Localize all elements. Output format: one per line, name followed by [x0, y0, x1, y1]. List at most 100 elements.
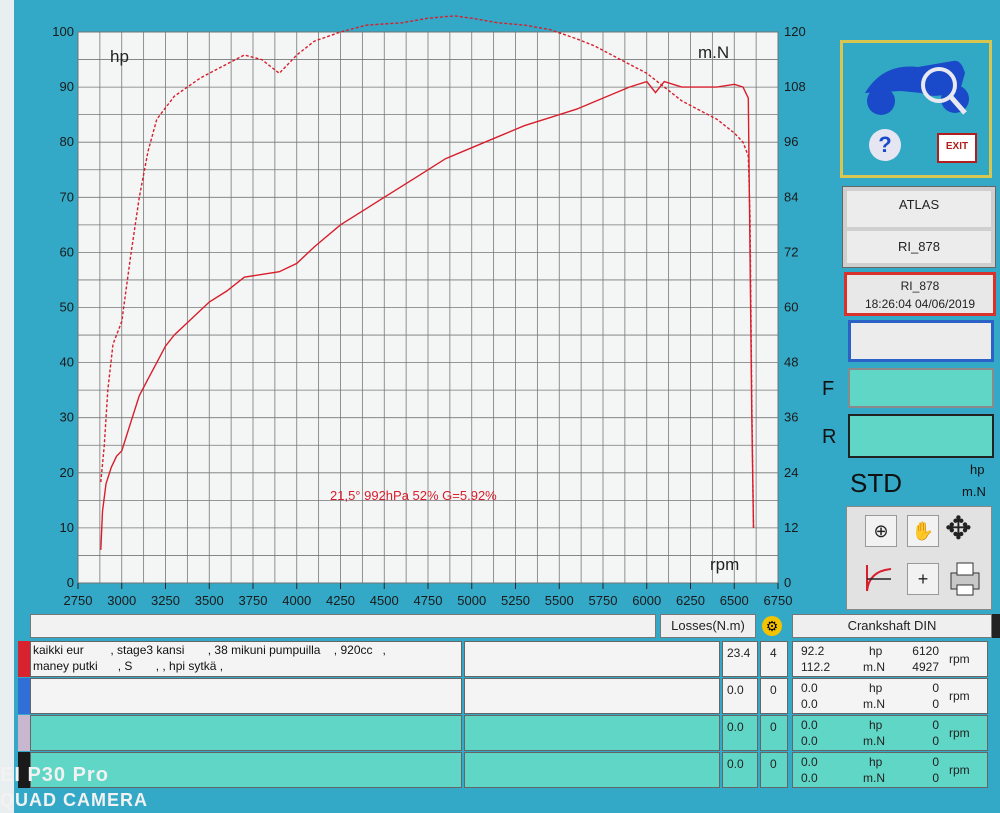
row-nm-rpm: 0 [932, 697, 939, 711]
x-tick-label: 6250 [676, 593, 705, 608]
y-left-tick-label: 20 [60, 465, 74, 480]
losses-button[interactable]: Losses(N.m) [660, 614, 756, 638]
x-tick-label: 4500 [370, 593, 399, 608]
row-result-cell: 0.0 0.0 hp m.N 0 0 rpm [792, 752, 988, 788]
y-left-tick-label: 100 [52, 24, 74, 39]
table-row[interactable]: kaikki eur , stage3 kansi , 38 mikuni pu… [18, 641, 988, 677]
x-tick-label: 6000 [632, 593, 661, 608]
x-tick-label: 5500 [545, 593, 574, 608]
chevron-down-icon[interactable] [992, 614, 1000, 638]
app-logo-panel: ? EXIT [840, 40, 992, 178]
y-right-tick-label: 48 [784, 355, 798, 370]
row-blank-cell [464, 752, 720, 788]
x-tick-label: 3500 [195, 593, 224, 608]
help-button[interactable]: ? [869, 129, 901, 161]
row-rpm-unit: rpm [949, 652, 970, 666]
rear-label: R [822, 426, 837, 448]
x-tick-label: 6500 [720, 593, 749, 608]
row-max-hp: 92.2 [801, 644, 825, 658]
toolbar: ⊕ ✋ ✥ + [846, 506, 992, 610]
row-rpm-unit: rpm [949, 689, 970, 703]
y-right-tick-label: 12 [784, 520, 798, 535]
row-note-line2: maney putki , S , , hpi sytkä , [33, 659, 224, 673]
x-tick-label: 3000 [107, 593, 136, 608]
table-row[interactable]: 0.0 0 0.0 0.0 hp m.N 0 0 rpm [18, 678, 988, 714]
y-right-tick-label: 36 [784, 410, 798, 425]
row-max-hp: 0.0 [801, 755, 818, 769]
row-max-nm: 0.0 [801, 697, 818, 711]
table-row[interactable]: 0.0 0 0.0 0.0 hp m.N 0 0 rpm [18, 715, 988, 751]
move-arrows-icon[interactable]: ✥ [945, 509, 972, 547]
row-nm-rpm: 0 [932, 771, 939, 785]
row-hp-rpm: 6120 [912, 644, 939, 658]
run-slot-blue[interactable] [848, 320, 994, 362]
row-loss-cell: 0.0 [722, 715, 758, 751]
y-left-tick-label: 30 [60, 410, 74, 425]
row-nm-rpm: 0 [932, 734, 939, 748]
row-hp-rpm: 0 [932, 755, 939, 769]
row-color-marker [18, 678, 30, 714]
run-name: RI_878 [900, 279, 940, 293]
exit-button[interactable]: EXIT [937, 133, 977, 163]
row-loss: 23.4 [727, 646, 751, 660]
row-hp-rpm: 0 [932, 718, 939, 732]
comment-input[interactable] [30, 614, 656, 638]
watermark-line2: QUAD CAMERA [0, 790, 148, 810]
std-unit-mn: m.N [962, 484, 986, 499]
printer-icon[interactable] [947, 559, 983, 597]
row-note-line1: kaikki eur , stage3 kansi , 38 mikuni pu… [33, 643, 386, 657]
row-color-marker [18, 641, 30, 677]
row-result-cell: 0.0 0.0 hp m.N 0 0 rpm [792, 715, 988, 751]
add-cursor-button[interactable]: + [907, 563, 939, 595]
rear-slot[interactable] [848, 414, 994, 458]
x-tick-label: 5000 [457, 593, 486, 608]
y-right-tick-label: 60 [784, 300, 798, 315]
run-info-box[interactable]: RI_878 18:26:04 04/06/2019 [844, 272, 996, 316]
dyno-chart: 2750 3000 3250 3500 3750 4000 4250 4500 4750 5000… [52, 15, 806, 608]
zoom-in-icon[interactable]: ⊕ [865, 515, 897, 547]
y-left-tick-label: 40 [60, 355, 74, 370]
crankshaft-select[interactable]: Crankshaft DIN [792, 614, 992, 638]
row-rpm-unit: rpm [949, 763, 970, 777]
row-nm-unit: m.N [863, 771, 885, 785]
run-timestamp: 18:26:04 04/06/2019 [864, 297, 976, 311]
x-tick-label: 3250 [151, 593, 180, 608]
y-right-axis-label: m.N [698, 43, 729, 62]
row-hp-unit: hp [869, 718, 883, 732]
y-right-tick-label: 108 [784, 79, 806, 94]
settings-gear-icon[interactable]: ⚙ [762, 616, 782, 636]
row-color-marker [18, 715, 30, 751]
y-left-tick-label: 60 [60, 244, 74, 259]
curve-cursor-icon[interactable] [863, 561, 895, 595]
y-left-tick-label: 90 [60, 79, 74, 94]
row-max-hp: 0.0 [801, 681, 818, 695]
conditions-annotation: 21,5° 992hPa 52% G=5.92% [330, 488, 497, 503]
front-slot[interactable] [848, 368, 994, 408]
y-left-tick-label: 0 [67, 575, 74, 590]
row-blank-cell [464, 678, 720, 714]
row-blank-cell [464, 715, 720, 751]
x-tick-label: 4000 [282, 593, 311, 608]
std-label: STD [850, 468, 902, 498]
row-count: 0 [770, 720, 777, 734]
x-axis-label: rpm [710, 555, 739, 574]
x-tick-label: 5750 [589, 593, 618, 608]
x-tick-label: 4250 [326, 593, 355, 608]
row-hp-rpm: 0 [932, 681, 939, 695]
hand-icon[interactable]: ✋ [907, 515, 939, 547]
dyno-id: RI_878 [847, 231, 991, 263]
table-row[interactable]: 0.0 0 0.0 0.0 hp m.N 0 0 rpm [18, 752, 988, 788]
row-hp-unit: hp [869, 644, 883, 658]
watermark-line1: EI P30 Pro [0, 764, 109, 786]
y-left-tick-label: 50 [60, 300, 74, 315]
row-max-nm: 112.2 [801, 660, 831, 674]
row-nm-unit: m.N [863, 697, 885, 711]
row-note: kaikki eur , stage3 kansi , 38 mikuni pu… [30, 641, 462, 677]
row-hp-unit: hp [869, 755, 883, 769]
dyno-name: ATLAS [847, 191, 991, 227]
std-unit-hp: hp [970, 462, 985, 477]
row-max-nm: 0.0 [801, 734, 818, 748]
row-blank-cell [464, 641, 720, 677]
row-result-cell: 92.2 112.2 hp m.N 6120 4927 rpm [792, 641, 988, 677]
row-nm-rpm: 4927 [912, 660, 939, 674]
